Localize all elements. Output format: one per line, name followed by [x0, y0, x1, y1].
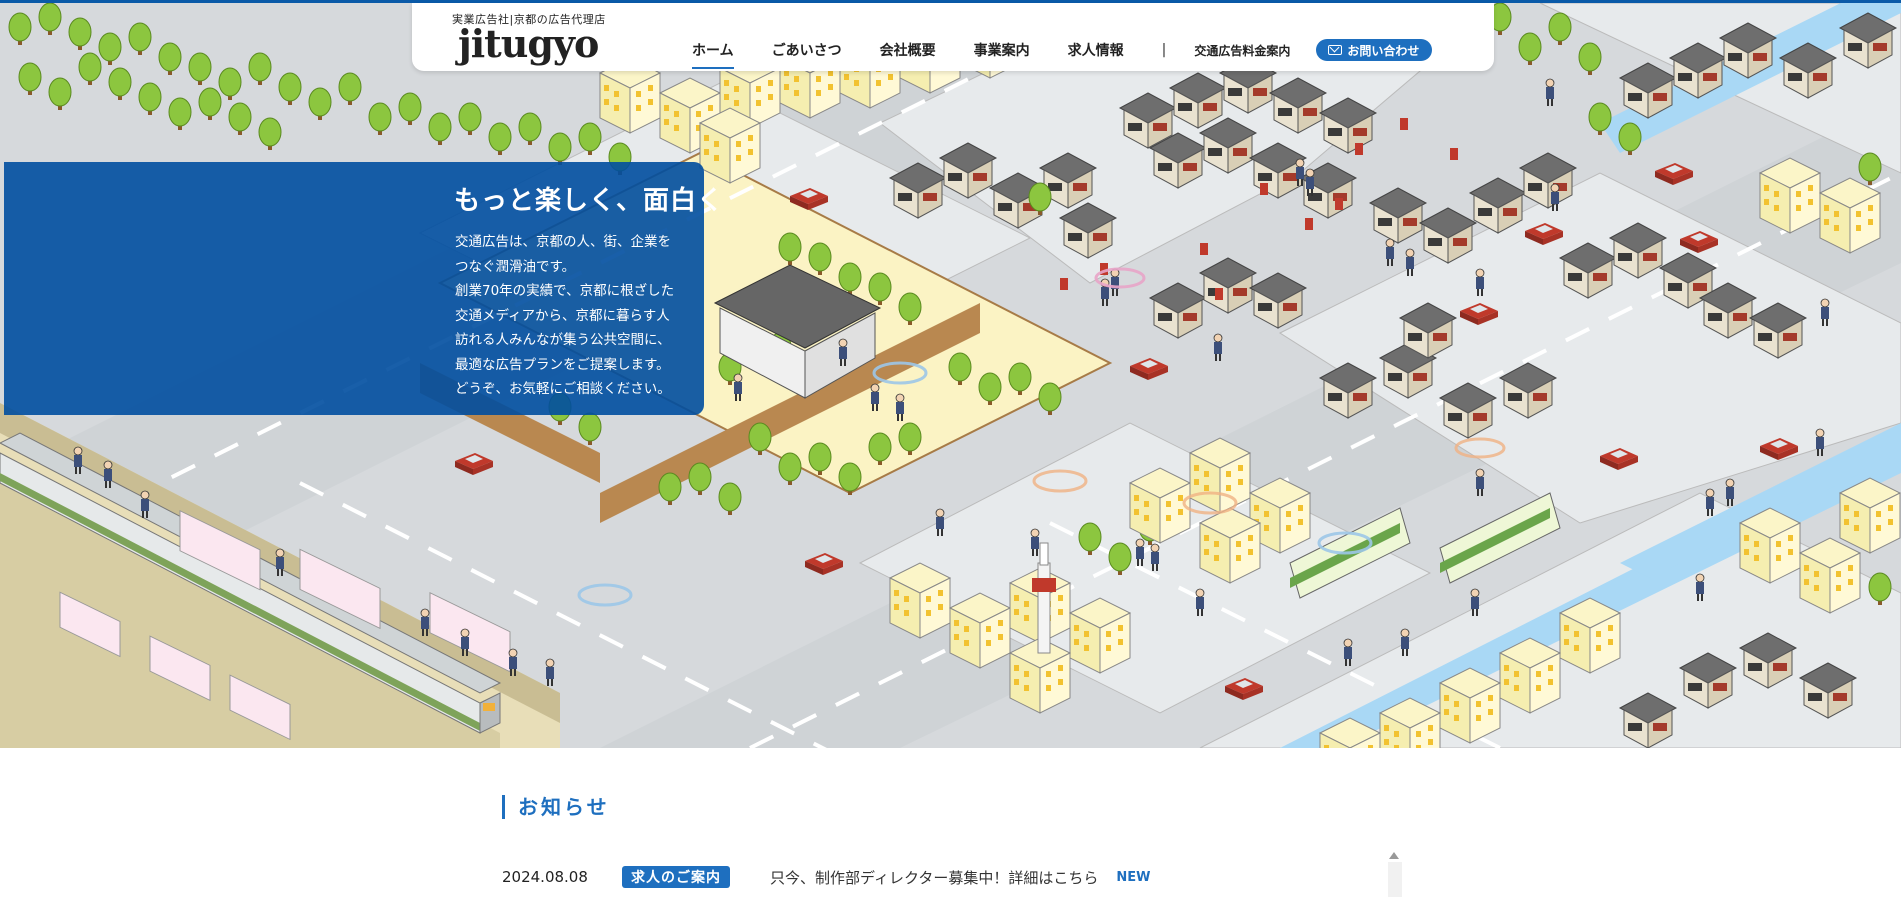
hero-body-line: 最適な広告プランをご提案します。 [455, 356, 670, 373]
news-category-badge: 求人のご案内 [622, 866, 730, 888]
nav-recruit[interactable]: 求人情報 [1068, 40, 1124, 60]
site-logo[interactable]: jitugyo [458, 22, 599, 66]
hero-body-line: 交通広告は、京都の人、街、企業を [455, 234, 671, 250]
contact-button-label: お問い合わせ [1347, 43, 1420, 58]
hero-body-line: 交通メディアから、京都に暮らす人 [455, 307, 670, 324]
nav-separator: | [1161, 42, 1167, 58]
nav-greeting[interactable]: ごあいさつ [772, 40, 842, 60]
site-header: 実業広告社|京都の広告代理店 jitugyo ホーム ごあいさつ 会社概要 事業… [412, 3, 1494, 71]
hero-title: もっと楽しく、面白く [454, 186, 725, 216]
nav-home[interactable]: ホーム [692, 40, 734, 69]
news-date: 2024.08.08 [502, 868, 588, 886]
new-badge: NEW [1116, 869, 1151, 885]
hero-body: 交通広告は、京都の人、街、企業を つなぐ潤滑油です。 創業70年の実績で、京都に… [455, 230, 674, 402]
nav-ad-pricing[interactable]: 交通広告料金案内 [1194, 42, 1290, 59]
scroll-up-arrow-icon[interactable] [1389, 852, 1399, 859]
hero-body-line: どうぞ、お気軽にご相談ください。 [455, 381, 671, 397]
contact-button[interactable]: お問い合わせ [1316, 39, 1433, 61]
news-link[interactable]: 只今、制作部ディレクター募集中！詳細はこちら [770, 867, 1098, 888]
main-nav: ホーム ごあいさつ 会社概要 事業案内 求人情報 | 交通広告料金案内 お問い合… [692, 37, 1433, 69]
hero-body-line: つなぐ潤滑油です。 [455, 258, 576, 275]
news-scrollbar[interactable] [1388, 862, 1402, 897]
hero-body-line: 創業70年の実績で、京都に根ざした [455, 283, 675, 299]
hero-message-box: もっと楽しく、面白く 交通広告は、京都の人、街、企業を つなぐ潤滑油です。 創業… [4, 162, 723, 415]
nav-business[interactable]: 事業案内 [974, 40, 1030, 60]
mail-icon [1328, 45, 1343, 55]
nav-company[interactable]: 会社概要 [880, 40, 936, 60]
news-item[interactable]: 2024.08.08 求人のご案内 只今、制作部ディレクター募集中！詳細はこちら… [502, 866, 1150, 888]
news-heading: お知らせ [502, 795, 610, 819]
hero-body-line: 訪れる人みんなが集う公共空間に、 [455, 332, 671, 348]
